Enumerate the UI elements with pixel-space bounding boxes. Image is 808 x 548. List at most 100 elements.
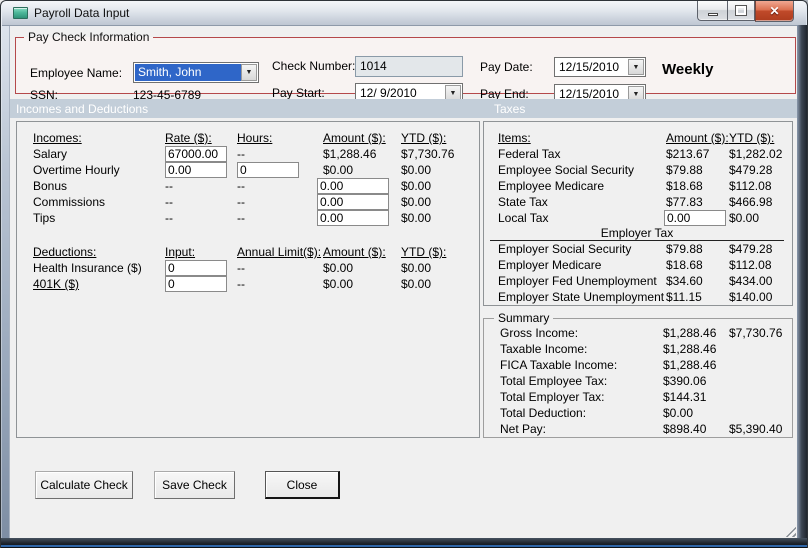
maximize-icon bbox=[735, 5, 747, 16]
window-title: Payroll Data Input bbox=[34, 6, 130, 20]
summary-label: Total Employer Tax: bbox=[500, 390, 605, 404]
ytd-col-header: YTD ($): bbox=[401, 131, 447, 145]
401k-input[interactable] bbox=[165, 276, 227, 292]
summary-row-employee-tax: Total Employee Tax: $390.06 bbox=[500, 373, 792, 389]
tax-row-er-state-unemp: Employer State Unemployment $11.15 $140.… bbox=[498, 289, 792, 305]
deduction-limit: -- bbox=[237, 277, 245, 291]
deduction-ytd: $0.00 bbox=[401, 277, 432, 291]
incomes-header-row: Incomes: Rate ($): Hours: Amount ($): YT… bbox=[33, 130, 479, 146]
calculate-check-button[interactable]: Calculate Check bbox=[35, 471, 133, 499]
summary-label: Total Employee Tax: bbox=[500, 374, 608, 388]
minimize-button[interactable] bbox=[697, 1, 727, 21]
summary-label: Total Deduction: bbox=[500, 406, 587, 420]
tax-amount: $79.88 bbox=[666, 242, 703, 256]
amount-col-header: Amount ($): bbox=[323, 245, 386, 259]
commissions-amount-input[interactable] bbox=[317, 194, 389, 210]
income-label: Commissions bbox=[33, 195, 106, 209]
check-number-field[interactable]: 1014 bbox=[355, 56, 463, 77]
deduction-401k-link[interactable]: 401K ($) bbox=[33, 277, 165, 291]
pay-start-label: Pay Start: bbox=[272, 86, 325, 100]
income-amount: $0.00 bbox=[323, 163, 354, 177]
bonus-amount-input[interactable] bbox=[317, 178, 389, 194]
summary-ytd: $7,730.76 bbox=[729, 326, 783, 340]
ytd-col-header: YTD ($): bbox=[729, 131, 775, 145]
income-row-commissions: Commissions -- -- $0.00 bbox=[33, 194, 479, 210]
tax-amount: $213.67 bbox=[666, 147, 710, 161]
employee-name-combobox[interactable]: Smith, John ▼ bbox=[133, 62, 259, 83]
tax-row-er-ss: Employer Social Security $79.88 $479.28 bbox=[498, 241, 792, 257]
summary-group: Summary Gross Income: $1,288.46 $7,730.7… bbox=[483, 311, 793, 438]
hours-col-header: Hours: bbox=[237, 131, 273, 145]
maximize-button[interactable] bbox=[727, 1, 755, 21]
tax-row-federal: Federal Tax $213.67 $1,282.02 bbox=[498, 146, 792, 162]
overtime-hours-input[interactable] bbox=[237, 162, 299, 178]
tax-ytd: $1,282.02 bbox=[729, 147, 783, 161]
items-col-header: Items: bbox=[498, 131, 531, 145]
minimize-icon bbox=[707, 13, 718, 16]
summary-amount: $0.00 bbox=[663, 406, 694, 420]
summary-label: Net Pay: bbox=[500, 422, 547, 436]
summary-ytd: $5,390.40 bbox=[729, 422, 783, 436]
close-button[interactable]: Close bbox=[265, 471, 340, 499]
taxes-section-header: Taxes bbox=[494, 102, 526, 116]
income-row-overtime: Overtime Hourly $0.00 $0.00 bbox=[33, 162, 479, 178]
overtime-rate-input[interactable] bbox=[165, 162, 227, 178]
deductions-col-header: Deductions: bbox=[33, 245, 97, 259]
salary-rate-input[interactable] bbox=[165, 146, 227, 162]
summary-label: Taxable Income: bbox=[500, 342, 588, 356]
deduction-limit: -- bbox=[237, 261, 245, 275]
summary-row-fica: FICA Taxable Income: $1,288.46 bbox=[500, 357, 792, 373]
local-tax-input[interactable] bbox=[664, 210, 726, 226]
title-bar[interactable]: Payroll Data Input bbox=[2, 1, 806, 26]
input-col-header: Input: bbox=[165, 245, 196, 259]
close-window-button[interactable]: ✕ bbox=[755, 1, 794, 22]
window-frame-bottom bbox=[1, 538, 807, 548]
chevron-down-icon: ▼ bbox=[245, 69, 253, 76]
deductions-header-row: Deductions: Input: Annual Limit($): Amou… bbox=[33, 244, 479, 260]
tips-amount-input[interactable] bbox=[317, 210, 389, 226]
pay-date-datepicker[interactable]: 12/15/2010 ▼ bbox=[554, 57, 646, 77]
payroll-window: Payroll Data Input ✕ Pay Check Informati… bbox=[0, 0, 808, 548]
paycheck-group-label: Pay Check Information bbox=[28, 30, 150, 44]
income-ytd: $0.00 bbox=[401, 163, 432, 177]
tax-amount: $77.83 bbox=[666, 195, 703, 209]
tax-amount: $18.68 bbox=[666, 179, 703, 193]
deduction-label: Health Insurance ($) bbox=[33, 261, 142, 275]
deduction-amount: $0.00 bbox=[323, 277, 354, 291]
section-header-bar: Incomes and Deductions Taxes bbox=[10, 99, 798, 118]
resize-grip[interactable] bbox=[783, 524, 796, 537]
tax-label: State Tax bbox=[498, 195, 548, 209]
tax-label: Federal Tax bbox=[498, 147, 561, 161]
combo-dropdown-button[interactable]: ▼ bbox=[241, 64, 257, 81]
save-check-button[interactable]: Save Check bbox=[154, 471, 235, 499]
employer-tax-subheader: Employer Tax bbox=[490, 226, 784, 241]
income-row-bonus: Bonus -- -- $0.00 bbox=[33, 178, 479, 194]
tax-amount: $34.60 bbox=[666, 274, 703, 288]
tax-ytd: $0.00 bbox=[729, 211, 760, 225]
deduction-row-401k: 401K ($) -- $0.00 $0.00 bbox=[33, 276, 479, 292]
tax-ytd: $479.28 bbox=[729, 242, 773, 256]
summary-amount: $1,288.46 bbox=[663, 358, 717, 372]
income-rate: -- bbox=[165, 211, 173, 225]
tax-row-local: Local Tax $0.00 bbox=[498, 210, 792, 226]
pay-date-dropdown-button[interactable]: ▼ bbox=[628, 59, 644, 75]
summary-label: Gross Income: bbox=[500, 326, 579, 340]
tax-ytd: $112.08 bbox=[729, 179, 772, 193]
tax-ytd: $479.28 bbox=[729, 163, 773, 177]
check-number-label: Check Number: bbox=[272, 59, 356, 73]
tax-label: Employee Medicare bbox=[498, 179, 605, 193]
chevron-down-icon: ▼ bbox=[632, 63, 640, 71]
client-area: Pay Check Information Employee Name: Smi… bbox=[9, 26, 798, 539]
deduction-row-health: Health Insurance ($) -- $0.00 $0.00 bbox=[33, 260, 479, 276]
income-hours: -- bbox=[237, 179, 245, 193]
tax-label: Employer Medicare bbox=[498, 258, 602, 272]
pay-date-value: 12/15/2010 bbox=[559, 60, 620, 74]
incomes-section-header: Incomes and Deductions bbox=[16, 102, 149, 116]
tax-amount: $79.88 bbox=[666, 163, 703, 177]
annual-limit-col-header: Annual Limit($): bbox=[237, 245, 322, 259]
income-hours: -- bbox=[237, 195, 245, 209]
income-label: Bonus bbox=[33, 179, 68, 193]
income-amount: $1,288.46 bbox=[323, 147, 377, 161]
health-insurance-input[interactable] bbox=[165, 260, 227, 276]
caption-buttons: ✕ bbox=[697, 1, 794, 22]
